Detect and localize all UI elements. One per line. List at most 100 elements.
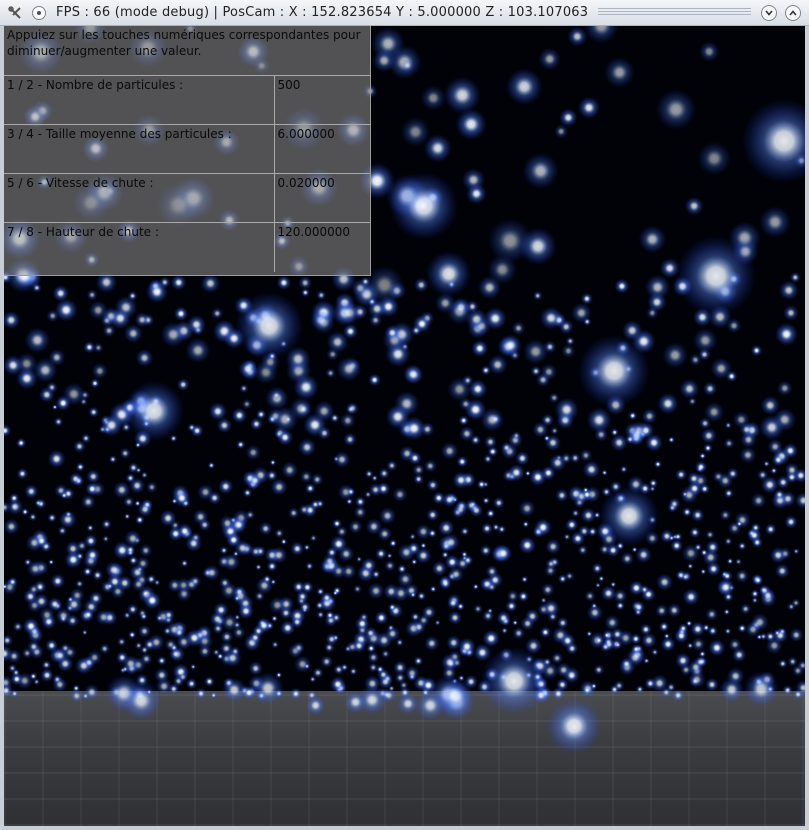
particle <box>404 665 420 681</box>
particle <box>298 438 317 457</box>
particle <box>245 444 261 461</box>
particle <box>582 486 589 494</box>
particle <box>563 533 571 541</box>
title-grip <box>598 8 751 17</box>
particle <box>413 473 424 485</box>
particle <box>186 314 207 335</box>
particle <box>345 404 356 415</box>
particle <box>135 349 154 367</box>
particle <box>325 368 336 379</box>
particle <box>200 273 221 294</box>
particle <box>211 307 224 320</box>
particle <box>784 462 800 478</box>
particle <box>774 563 790 579</box>
particle <box>775 322 798 346</box>
particle <box>759 414 785 440</box>
particle <box>222 677 247 703</box>
particle <box>520 616 535 631</box>
particle <box>687 471 701 486</box>
particle <box>368 483 383 497</box>
particle <box>212 648 221 657</box>
particle <box>515 451 530 466</box>
settings-panel: Appuiez sur les touches numériques corre… <box>4 26 371 276</box>
particle <box>313 400 335 422</box>
particle <box>506 589 520 603</box>
maximize-button[interactable] <box>785 4 801 21</box>
particle <box>64 510 73 519</box>
particle <box>700 427 717 444</box>
particle <box>4 311 21 330</box>
particle <box>404 365 424 385</box>
particle <box>541 583 555 597</box>
particle <box>789 271 801 283</box>
particle <box>441 653 459 671</box>
particle <box>333 451 351 468</box>
particle <box>759 632 768 641</box>
particle <box>705 677 719 692</box>
particle <box>628 580 645 596</box>
table-row: 3 / 4 - Taille moyenne des particules : … <box>4 124 370 174</box>
particle <box>10 689 19 698</box>
particle <box>565 518 579 532</box>
pin-icon[interactable] <box>32 5 46 20</box>
particle <box>242 488 253 498</box>
particle <box>232 626 246 639</box>
particle <box>207 461 216 470</box>
particle <box>325 610 335 620</box>
particle <box>681 491 689 498</box>
particle <box>222 553 241 571</box>
particle <box>24 327 51 353</box>
particle <box>303 544 311 551</box>
particle <box>11 668 21 677</box>
particle <box>705 540 720 555</box>
particle <box>594 582 602 589</box>
particle <box>364 626 378 640</box>
particle <box>479 544 492 557</box>
particle <box>388 603 397 612</box>
particle <box>123 513 131 520</box>
particle <box>681 544 700 563</box>
particle <box>688 670 706 689</box>
particle <box>254 590 265 602</box>
particle <box>485 565 499 578</box>
particle <box>703 443 713 453</box>
particle <box>390 172 458 240</box>
particle <box>760 395 780 416</box>
particle <box>75 579 84 589</box>
particle <box>52 648 68 663</box>
title-bar[interactable]: FPS : 66 (mode debug) | PosCam : X : 152… <box>0 0 809 26</box>
particle <box>385 404 411 430</box>
particle <box>456 455 469 468</box>
particle <box>86 289 98 301</box>
render-viewport[interactable]: Appuiez sur les touches numériques corre… <box>4 26 805 826</box>
particle <box>329 676 346 693</box>
tools-icon[interactable] <box>6 4 24 22</box>
particle <box>268 596 287 614</box>
particle <box>134 441 142 449</box>
table-row: 1 / 2 - Nombre de particules : 500 <box>4 75 370 125</box>
particle <box>571 508 580 518</box>
particle <box>170 274 187 291</box>
particle <box>719 509 732 521</box>
particle <box>316 290 327 301</box>
particle <box>517 590 530 603</box>
particle <box>134 641 143 650</box>
particle <box>469 503 484 518</box>
particle <box>408 451 422 465</box>
particle <box>635 685 645 694</box>
particle <box>698 41 720 62</box>
particle <box>606 543 620 558</box>
particle <box>60 491 69 500</box>
particle <box>384 559 396 572</box>
particle <box>440 442 459 460</box>
particle <box>48 349 66 366</box>
particle <box>676 236 756 316</box>
particle <box>346 640 359 654</box>
setting-value: 0.020000 <box>273 173 370 223</box>
minimize-button[interactable] <box>761 4 777 21</box>
particle <box>759 206 791 238</box>
particle <box>561 343 576 358</box>
particle <box>705 607 719 621</box>
particle <box>258 521 273 536</box>
particle <box>519 227 557 265</box>
